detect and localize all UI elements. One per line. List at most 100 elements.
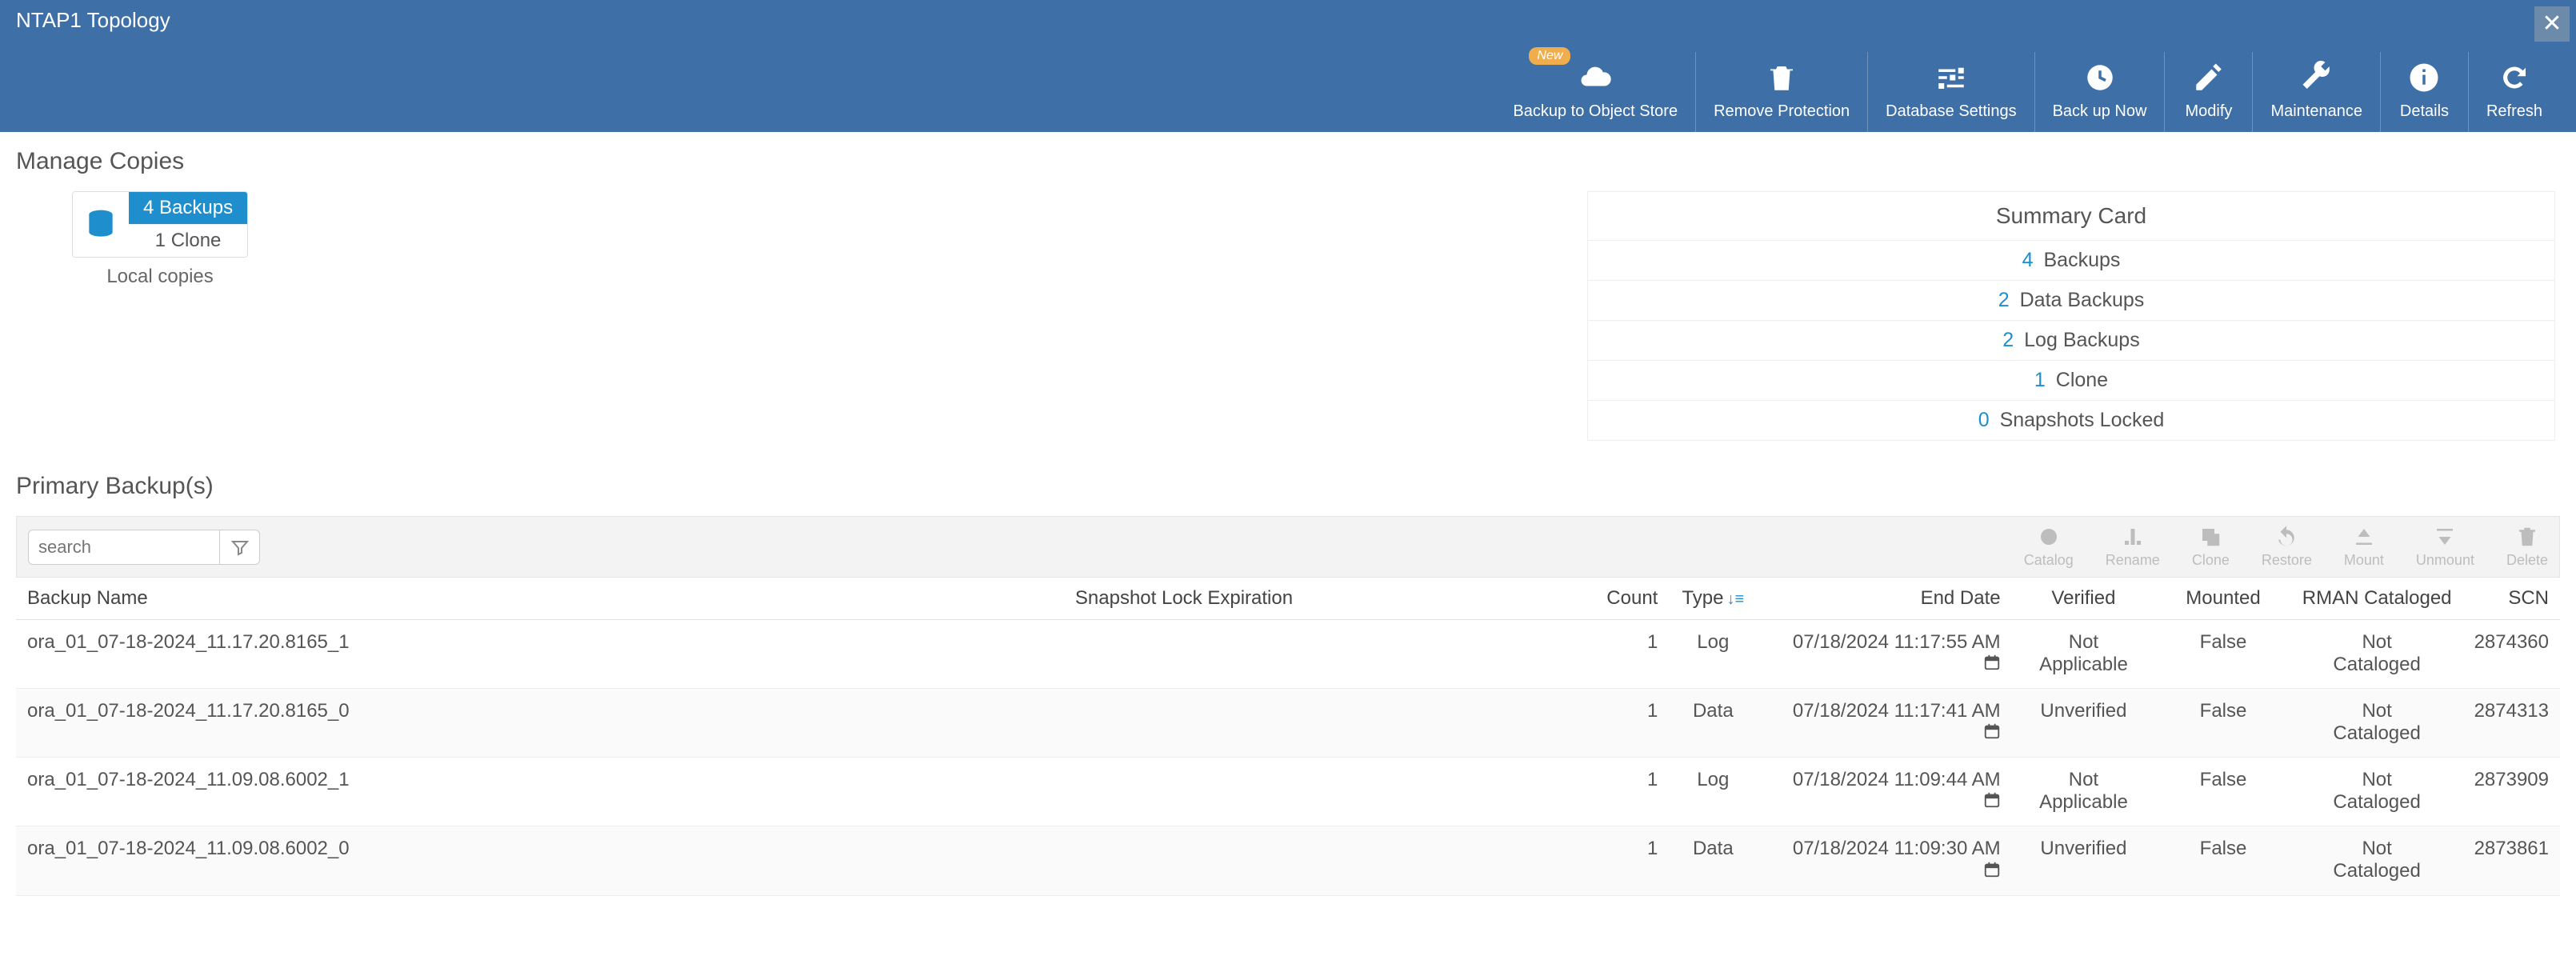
summary-row-log-backups[interactable]: 2 Log Backups (1588, 320, 2554, 360)
main-content: Manage Copies 4 Backups 1 Clone Local co… (0, 132, 2576, 896)
col-label: Type (1682, 587, 1723, 609)
action-label: Catalog (2024, 552, 2074, 568)
col-scn[interactable]: SCN (2463, 578, 2560, 620)
search-input[interactable] (28, 530, 220, 565)
cell-type: Data (1669, 826, 1757, 895)
cell-end-date: 07/18/2024 11:17:55 AM (1757, 620, 2011, 689)
local-copies: 4 Backups 1 Clone Local copies (72, 191, 248, 288)
refresh-button[interactable]: Refresh (2468, 52, 2560, 132)
catalog-action[interactable]: Catalog (2024, 525, 2074, 569)
rename-icon (2121, 525, 2145, 549)
cell-verified: Unverified (2012, 689, 2156, 758)
primary-backups-section: Primary Backup(s) Catalog Rename (16, 473, 2560, 896)
summary-value: 2 (2002, 329, 2014, 351)
table-row[interactable]: ora_01_07-18-2024_11.09.08.6002_01Data07… (16, 826, 2560, 895)
catalog-icon (2037, 525, 2061, 549)
restore-icon (2274, 525, 2298, 549)
summary-row-snapshots-locked[interactable]: 0 Snapshots Locked (1588, 400, 2554, 440)
col-backup-name[interactable]: Backup Name (16, 578, 1064, 620)
tool-label: Back up Now (2053, 102, 2147, 121)
cell-scn: 2874360 (2463, 620, 2560, 689)
summary-label: Clone (2056, 369, 2108, 391)
col-end-date[interactable]: End Date (1757, 578, 2011, 620)
summary-value: 2 (1998, 289, 2010, 311)
pencil-icon (2192, 61, 2226, 94)
backups-count-chip[interactable]: 4 Backups (129, 192, 247, 224)
close-button[interactable]: ✕ (2534, 6, 2570, 42)
summary-card-title: Summary Card (1588, 192, 2554, 240)
cell-type: Log (1669, 758, 1757, 826)
manage-copies-title: Manage Copies (16, 148, 2560, 175)
info-icon (2407, 61, 2441, 94)
primary-backups-toolbar: Catalog Rename Clone Restore Mount (16, 516, 2560, 578)
cell-scn: 2873909 (2463, 758, 2560, 826)
summary-row-clone[interactable]: 1 Clone (1588, 360, 2554, 400)
local-copies-card[interactable]: 4 Backups 1 Clone (72, 191, 248, 258)
cloud-icon (1578, 61, 1612, 94)
filter-button[interactable] (220, 530, 260, 565)
delete-action[interactable]: Delete (2506, 525, 2548, 569)
clone-count-chip[interactable]: 1 Clone (129, 224, 247, 257)
calendar-icon (1983, 791, 2001, 814)
backup-to-object-store-button[interactable]: New Backup to Object Store (1495, 52, 1695, 132)
clone-icon (2198, 525, 2222, 549)
cell-rman: NotCataloged (2291, 620, 2463, 689)
app-header: NTAP1 Topology ✕ New Backup to Object St… (0, 0, 2576, 132)
delete-icon (2515, 525, 2539, 549)
col-verified[interactable]: Verified (2012, 578, 2156, 620)
summary-row-backups[interactable]: 4 Backups (1588, 240, 2554, 280)
table-row[interactable]: ora_01_07-18-2024_11.17.20.8165_01Data07… (16, 689, 2560, 758)
col-count[interactable]: Count (1574, 578, 1670, 620)
col-rman[interactable]: RMAN Cataloged (2291, 578, 2463, 620)
cell-snapshot-lock (1064, 620, 1574, 689)
mount-action[interactable]: Mount (2344, 525, 2384, 569)
col-snapshot-lock[interactable]: Snapshot Lock Expiration (1064, 578, 1574, 620)
unmount-icon (2433, 525, 2457, 549)
action-label: Clone (2192, 552, 2230, 568)
cell-rman: NotCataloged (2291, 689, 2463, 758)
local-copies-caption: Local copies (72, 266, 248, 288)
table-row[interactable]: ora_01_07-18-2024_11.17.20.8165_11Log07/… (16, 620, 2560, 689)
database-settings-button[interactable]: Database Settings (1867, 52, 2034, 132)
cell-backup-name: ora_01_07-18-2024_11.17.20.8165_1 (16, 620, 1064, 689)
cell-end-date: 07/18/2024 11:17:41 AM (1757, 689, 2011, 758)
action-label: Rename (2106, 552, 2160, 568)
tool-label: Maintenance (2270, 102, 2362, 121)
cell-snapshot-lock (1064, 689, 1574, 758)
copies-row: 4 Backups 1 Clone Local copies Summary C… (16, 191, 2560, 441)
cell-mounted: False (2155, 758, 2291, 826)
cell-mounted: False (2155, 689, 2291, 758)
summary-label: Data Backups (2020, 289, 2145, 311)
action-label: Mount (2344, 552, 2384, 568)
summary-value: 1 (2034, 369, 2046, 391)
table-row[interactable]: ora_01_07-18-2024_11.09.08.6002_11Log07/… (16, 758, 2560, 826)
cell-verified: Unverified (2012, 826, 2156, 895)
col-mounted[interactable]: Mounted (2155, 578, 2291, 620)
cell-count: 1 (1574, 620, 1670, 689)
summary-value: 4 (2022, 249, 2034, 271)
calendar-icon (1983, 722, 2001, 746)
cell-snapshot-lock (1064, 826, 1574, 895)
cell-scn: 2873861 (2463, 826, 2560, 895)
restore-action[interactable]: Restore (2262, 525, 2312, 569)
details-button[interactable]: Details (2380, 52, 2468, 132)
maintenance-button[interactable]: Maintenance (2252, 52, 2380, 132)
sliders-icon (1934, 61, 1968, 94)
col-type[interactable]: Type↓≡ (1669, 578, 1757, 620)
tool-label: Details (2400, 102, 2449, 121)
back-up-now-button[interactable]: Back up Now (2034, 52, 2165, 132)
unmount-action[interactable]: Unmount (2416, 525, 2474, 569)
cell-end-date: 07/18/2024 11:09:30 AM (1757, 826, 2011, 895)
new-badge: New (1529, 47, 1570, 65)
calendar-icon (1983, 861, 2001, 884)
modify-button[interactable]: Modify (2164, 52, 2252, 132)
cell-count: 1 (1574, 758, 1670, 826)
wrench-icon (2300, 61, 2334, 94)
rename-action[interactable]: Rename (2106, 525, 2160, 569)
clone-action[interactable]: Clone (2192, 525, 2230, 569)
cell-rman: NotCataloged (2291, 758, 2463, 826)
cell-type: Data (1669, 689, 1757, 758)
summary-row-data-backups[interactable]: 2 Data Backups (1588, 280, 2554, 320)
remove-protection-button[interactable]: Remove Protection (1695, 52, 1867, 132)
summary-card: Summary Card 4 Backups 2 Data Backups 2 … (1587, 191, 2555, 441)
